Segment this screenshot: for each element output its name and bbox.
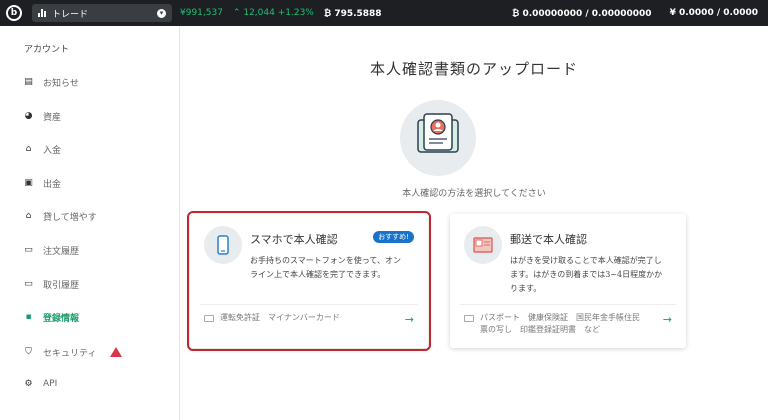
sidebar-item-registration[interactable]: ▪ 登録情報 bbox=[24, 307, 174, 327]
bank-icon: ⌂ bbox=[25, 144, 32, 154]
wallet-icon: ▣ bbox=[24, 178, 33, 188]
card-divider bbox=[200, 304, 418, 305]
postcard-icon bbox=[464, 226, 502, 264]
sidebar-item-api[interactable]: ⚙ API bbox=[24, 374, 174, 394]
sidebar-item-withdraw[interactable]: ▣ 出金 bbox=[24, 173, 174, 193]
accepted-documents-line: パスポート 健康保険証 国民年金手帳住民 bbox=[480, 313, 640, 322]
pie-chart-icon: ◕ bbox=[24, 111, 33, 121]
price-change: ⌃ 12,044 +1.23% bbox=[232, 8, 314, 18]
smartphone-verification-card[interactable]: スマホで本人確認 おすすめ! お手持ちのスマートフォンを使って、オン ライン上で… bbox=[187, 211, 431, 351]
sidebar: アカウント ▤ お知らせ ◕ 資産 ⌂ 入金 ▣ 出金 ⌂ 貸して増やす ▭ 注… bbox=[0, 26, 180, 420]
document-icon: ▭ bbox=[24, 245, 33, 255]
bank-icon: ⌂ bbox=[25, 211, 32, 221]
sidebar-item-label: 取引履歴 bbox=[43, 280, 80, 291]
yen-balance: ¥ 0.0000 / 0.0000 bbox=[669, 7, 758, 18]
page-subtitle: 本人確認の方法を選択してください bbox=[402, 189, 546, 199]
card-divider bbox=[460, 304, 676, 305]
sidebar-item-label: 入金 bbox=[43, 145, 62, 156]
chevron-down-icon: ▾ bbox=[157, 8, 166, 18]
page-title: 本人確認書類のアップロード bbox=[369, 60, 578, 78]
card-description-line: お手持ちのスマートフォンを使って、オン bbox=[250, 256, 401, 265]
btc-balance: ₿ 0.00000000 / 0.00000000 bbox=[511, 8, 652, 19]
market-select[interactable]: トレード ▾ bbox=[32, 4, 172, 22]
recommended-badge: おすすめ! bbox=[373, 231, 414, 243]
sidebar-item-deposit[interactable]: ⌂ 入金 bbox=[24, 139, 174, 159]
yen-price: ¥991,537 bbox=[180, 8, 223, 18]
accepted-documents: 運転免許証 マイナンバーカード bbox=[204, 312, 340, 324]
sidebar-item-label: 資産 bbox=[43, 112, 62, 123]
sidebar-item-label: 出金 bbox=[43, 179, 62, 190]
id-document-icon bbox=[400, 100, 476, 176]
message-icon: ▤ bbox=[24, 77, 33, 87]
user-card-icon: ▪ bbox=[25, 312, 32, 322]
sidebar-item-label: 貸して増やす bbox=[43, 212, 97, 223]
chart-bars-icon bbox=[38, 9, 46, 17]
card-title: 郵送で本人確認 bbox=[510, 233, 587, 246]
arrow-right-icon[interactable]: → bbox=[405, 313, 414, 326]
top-bar: b トレード ▾ ¥991,537 ⌃ 12,044 +1.23% ₿ 795.… bbox=[0, 0, 768, 26]
sidebar-title: アカウント bbox=[24, 45, 70, 55]
card-description-line: はがきを受け取ることで本人確認が完了し bbox=[510, 256, 662, 265]
document-icon: ▭ bbox=[24, 279, 33, 289]
id-card-icon bbox=[204, 315, 214, 322]
mail-verification-card[interactable]: 郵送で本人確認 はがきを受け取ることで本人確認が完了し ます。はがきの到着までは… bbox=[450, 214, 686, 348]
sidebar-item-label: 登録情報 bbox=[43, 313, 80, 324]
card-description: お手持ちのスマートフォンを使って、オン ライン上で本人確認を完了できます。 bbox=[250, 254, 401, 282]
id-card-icon bbox=[464, 315, 474, 322]
btc-price: ₿ 795.5888 bbox=[323, 8, 382, 19]
card-description-line: ります。 bbox=[510, 284, 542, 293]
smartphone-icon bbox=[204, 226, 242, 264]
card-description-line: ます。はがきの到着までは3~4日程度かか bbox=[510, 270, 663, 279]
sidebar-item-label: 注文履歴 bbox=[43, 246, 80, 257]
sidebar-item-order-history[interactable]: ▭ 注文履歴 bbox=[24, 240, 174, 260]
sidebar-item-notices[interactable]: ▤ お知らせ bbox=[24, 72, 174, 92]
shield-icon: ⛉ bbox=[25, 347, 32, 357]
logo-icon[interactable]: b bbox=[6, 5, 22, 21]
arrow-right-icon[interactable]: → bbox=[663, 313, 672, 326]
price-change-value: 12,044 +1.23% bbox=[243, 8, 314, 18]
accepted-documents-line: 票の写し 印鑑登録証明書 など bbox=[480, 325, 600, 334]
sidebar-item-label: API bbox=[43, 379, 58, 389]
card-description-line: ライン上で本人確認を完了できます。 bbox=[250, 270, 386, 279]
btc-balance-value: 0.00000000 / 0.00000000 bbox=[522, 8, 652, 19]
market-select-label: トレード bbox=[52, 9, 89, 20]
sidebar-item-security[interactable]: ⛉ セキュリティ bbox=[24, 342, 174, 362]
accepted-documents-line: 運転免許証 マイナンバーカード bbox=[220, 313, 340, 322]
gear-icon: ⚙ bbox=[24, 379, 33, 389]
warning-icon bbox=[110, 347, 123, 357]
sidebar-item-lending[interactable]: ⌂ 貸して増やす bbox=[24, 206, 174, 226]
accepted-documents: パスポート 健康保険証 国民年金手帳住民 票の写し 印鑑登録証明書 など bbox=[464, 312, 640, 336]
sidebar-item-assets[interactable]: ◕ 資産 bbox=[24, 106, 174, 126]
card-title: スマホで本人確認 bbox=[250, 233, 338, 246]
sidebar-item-label: セキュリティ bbox=[43, 348, 97, 359]
sidebar-item-label: お知らせ bbox=[43, 78, 79, 89]
sidebar-item-trade-history[interactable]: ▭ 取引履歴 bbox=[24, 274, 174, 294]
btc-price-value: 795.5888 bbox=[334, 8, 382, 19]
card-description: はがきを受け取ることで本人確認が完了し ます。はがきの到着までは3~4日程度かか… bbox=[510, 254, 662, 296]
